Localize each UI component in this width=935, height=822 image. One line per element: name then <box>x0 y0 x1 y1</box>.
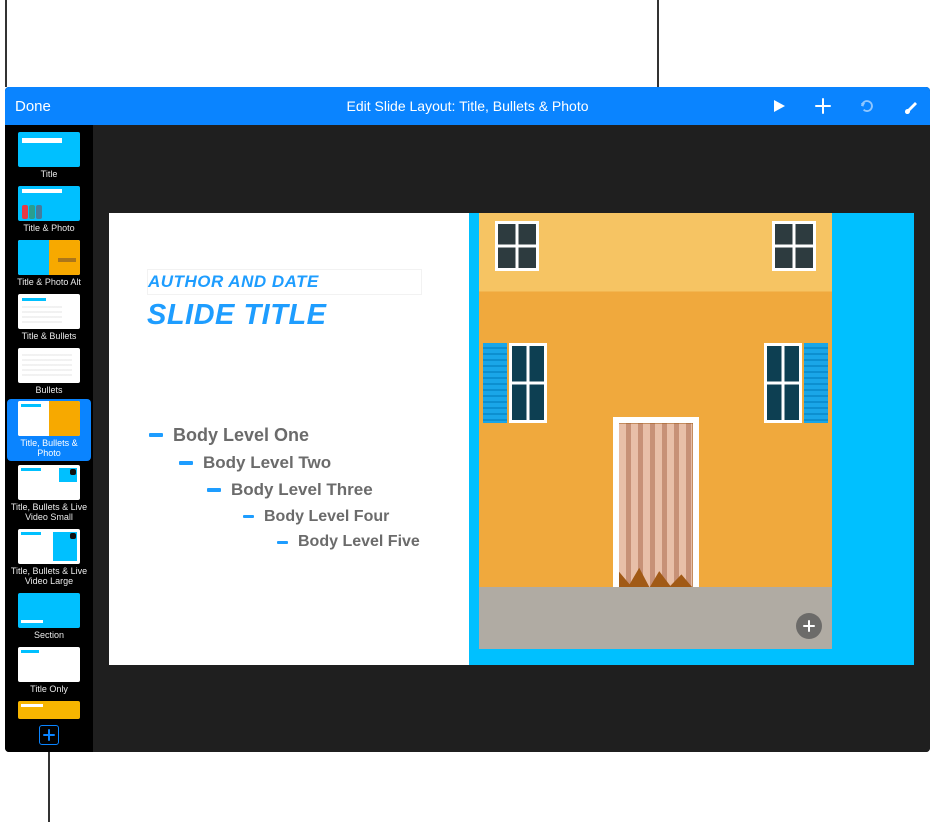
toolbar: Done Edit Slide Layout: Title, Bullets &… <box>5 87 930 125</box>
photo-upper-window <box>495 221 539 271</box>
layout-thumb-video-small[interactable]: Title, Bullets & Live Video Small <box>7 463 91 525</box>
layout-thumb-label: Title, Bullets & Live Video Large <box>9 567 89 587</box>
layout-thumb-label: Section <box>34 631 64 641</box>
bullet-dash-icon <box>207 488 221 492</box>
slide-canvas[interactable]: AUTHOR AND DATE SLIDE TITLE Body Level O… <box>93 125 930 752</box>
layout-thumb-label: Title & Bullets <box>22 332 77 342</box>
app-window: Done Edit Slide Layout: Title, Bullets &… <box>5 87 930 752</box>
layout-thumb-agenda[interactable] <box>7 699 91 719</box>
play-icon[interactable] <box>770 97 788 115</box>
author-date-placeholder[interactable]: AUTHOR AND DATE <box>147 269 422 295</box>
bullet-level-4: Body Level Four <box>243 504 420 530</box>
slide-layout[interactable]: AUTHOR AND DATE SLIDE TITLE Body Level O… <box>109 213 914 665</box>
bullet-text: Body Level Three <box>231 476 373 503</box>
layout-thumb-preview <box>18 186 80 221</box>
media-add-button[interactable] <box>796 613 822 639</box>
bullet-text: Body Level Two <box>203 449 331 476</box>
layout-thumb-title[interactable]: Title <box>7 130 91 182</box>
layout-thumb-title-photo[interactable]: Title & Photo <box>7 184 91 236</box>
bullet-level-5: Body Level Five <box>277 529 420 555</box>
done-button[interactable]: Done <box>15 98 51 115</box>
body-placeholder[interactable]: Body Level One Body Level Two Body Level… <box>149 421 420 555</box>
layout-thumb-video-large[interactable]: Title, Bullets & Live Video Large <box>7 527 91 589</box>
paintbrush-icon[interactable] <box>902 97 920 115</box>
bullet-level-3: Body Level Three <box>207 476 420 503</box>
slide-text-region[interactable]: AUTHOR AND DATE SLIDE TITLE Body Level O… <box>109 213 469 665</box>
layout-thumb-preview <box>18 529 80 564</box>
bullet-text: Body Level Five <box>298 529 420 555</box>
layout-thumb-label: Title Only <box>30 685 68 695</box>
bullet-dash-icon <box>277 541 288 544</box>
bullet-dash-icon <box>149 433 163 437</box>
layout-thumb-label: Title <box>41 170 58 180</box>
layout-thumb-preview <box>18 647 80 682</box>
photo-upper-window <box>772 221 816 271</box>
bullet-text: Body Level One <box>173 421 309 450</box>
layout-thumb-preview <box>18 240 80 275</box>
photo-door <box>613 417 699 587</box>
layout-thumb-preview <box>18 593 80 628</box>
photo-window <box>487 343 547 423</box>
layout-thumb-title-photo-alt[interactable]: Title & Photo Alt <box>7 238 91 290</box>
layout-navigator[interactable]: Title Title & Photo Title & Photo Alt Ti… <box>5 125 93 752</box>
layout-thumb-preview <box>18 401 80 436</box>
layout-thumb-label: Bullets <box>35 386 62 396</box>
bullet-level-2: Body Level Two <box>179 449 420 476</box>
undo-icon[interactable] <box>858 97 876 115</box>
bullet-level-1: Body Level One <box>149 421 420 450</box>
layout-thumb-title-bullets[interactable]: Title & Bullets <box>7 292 91 344</box>
callout-line <box>48 752 50 822</box>
photo-window <box>764 343 824 423</box>
callout-line <box>657 0 659 87</box>
add-layout-button[interactable] <box>39 725 59 745</box>
layout-thumb-preview <box>18 294 80 329</box>
toolbar-title: Edit Slide Layout: Title, Bullets & Phot… <box>346 98 588 114</box>
callout-line <box>5 0 7 87</box>
slide-photo-region[interactable] <box>469 213 914 665</box>
bullet-dash-icon <box>179 461 193 465</box>
layout-thumb-title-only[interactable]: Title Only <box>7 645 91 697</box>
author-date-text: AUTHOR AND DATE <box>148 272 417 292</box>
toolbar-layout-name: Title, Bullets & Photo <box>459 98 588 114</box>
layout-thumb-bullets[interactable]: Bullets <box>7 346 91 398</box>
bullet-dash-icon <box>243 515 254 518</box>
slide-title-placeholder[interactable]: SLIDE TITLE <box>147 299 469 332</box>
layout-thumb-label: Title & Photo <box>23 224 74 234</box>
toolbar-title-prefix: Edit Slide Layout: <box>346 98 459 114</box>
layout-thumb-label: Title, Bullets & Photo <box>9 439 89 459</box>
media-placeholder[interactable] <box>479 213 832 649</box>
layout-thumb-preview <box>18 701 80 719</box>
layout-thumb-section[interactable]: Section <box>7 591 91 643</box>
layout-thumb-preview <box>18 465 80 500</box>
toolbar-right <box>770 97 920 115</box>
layout-thumb-title-bullets-photo[interactable]: Title, Bullets & Photo <box>7 399 91 461</box>
layout-thumb-label: Title, Bullets & Live Video Small <box>9 503 89 523</box>
bullet-text: Body Level Four <box>264 504 389 530</box>
layout-thumb-preview <box>18 132 80 167</box>
layout-thumb-label: Title & Photo Alt <box>17 278 81 288</box>
plus-icon[interactable] <box>814 97 832 115</box>
photo-sidewalk <box>479 587 832 648</box>
app-body: Title Title & Photo Title & Photo Alt Ti… <box>5 125 930 752</box>
layout-thumb-preview <box>18 348 80 383</box>
